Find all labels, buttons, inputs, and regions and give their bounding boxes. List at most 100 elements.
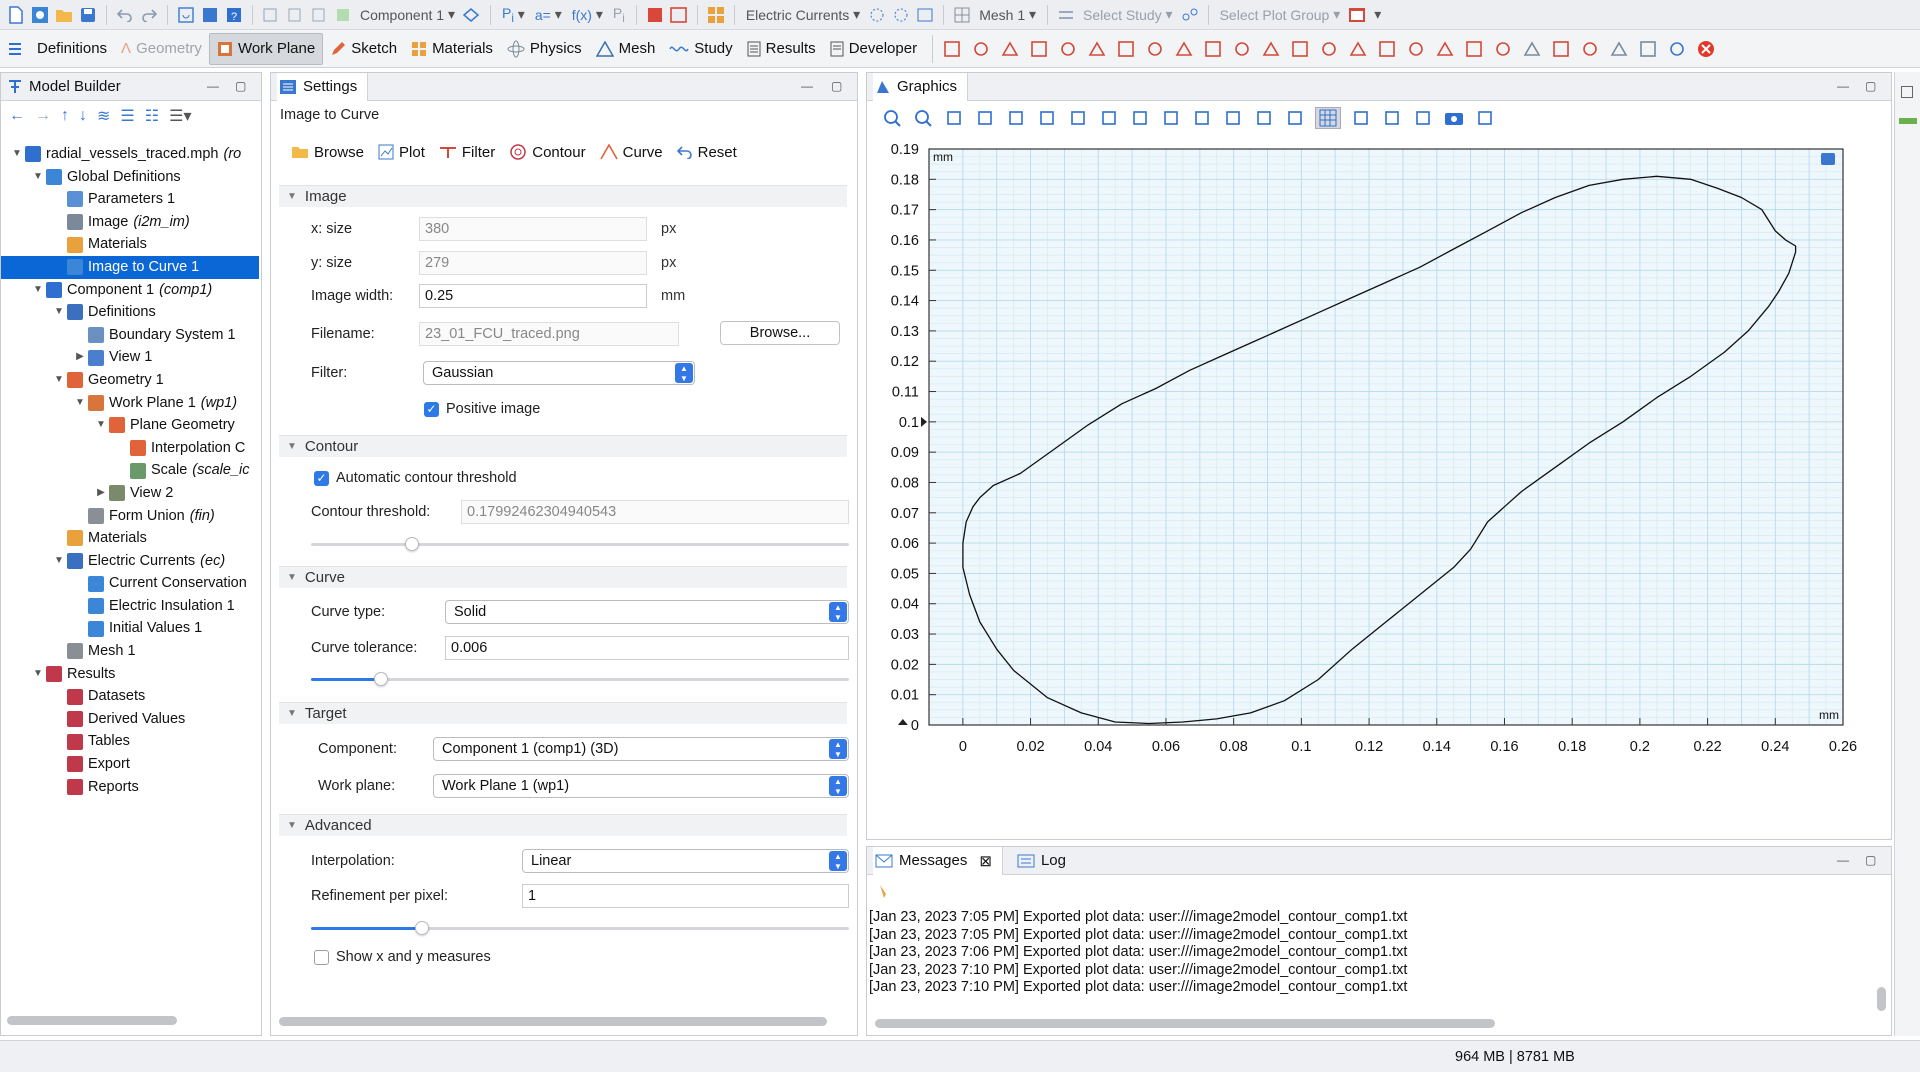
plot-group-dropdown[interactable]: Select Plot Group ▾ — [1217, 6, 1344, 23]
cad-icon[interactable] — [1579, 38, 1601, 60]
auto-threshold-checkbox[interactable]: ✓ — [314, 471, 329, 486]
tab-physics[interactable]: Physics — [500, 33, 589, 65]
show-measures-checkbox[interactable] — [314, 950, 329, 965]
split-icon[interactable] — [1376, 38, 1398, 60]
tree-toggle-icon[interactable]: ▼ — [74, 392, 86, 415]
tolerance-slider[interactable] — [311, 672, 849, 686]
forward-arrow-icon[interactable]: → — [35, 107, 51, 125]
messages-hscrollbar[interactable] — [875, 1019, 1495, 1028]
tree-item[interactable]: Mesh 1 — [1, 640, 259, 663]
tree-item[interactable]: ▼ Component 1 (comp1) — [1, 279, 259, 302]
threshold-slider-knob[interactable] — [405, 537, 419, 551]
virtual-operations-icon[interactable] — [1492, 38, 1514, 60]
tab-materials[interactable]: Materials — [404, 33, 500, 65]
build-all-icon[interactable] — [645, 5, 665, 25]
messages-maximize-icon[interactable]: ▢ — [1865, 853, 1876, 867]
contour-action[interactable]: Contour — [509, 143, 586, 161]
axes-icon[interactable] — [1036, 107, 1058, 129]
collapse-all-icon[interactable]: ☰ — [120, 106, 134, 126]
tree-item[interactable]: Interpolation C — [1, 437, 259, 460]
parts-icon[interactable] — [1608, 38, 1630, 60]
tab-geometry[interactable]: Λ Geometry — [114, 33, 209, 65]
advanced-section-header[interactable]: ▼ Advanced — [279, 814, 847, 836]
tree-toggle-icon[interactable]: ▼ — [53, 369, 65, 392]
graphics-plot[interactable]: 0 0.01 0.02 0.03 0.04 0.05 0.06 0.07 0.08 0.09 0.1… — [867, 135, 1891, 835]
domain-icon[interactable] — [867, 5, 887, 25]
close-messages-icon[interactable]: ⊠ — [979, 852, 992, 870]
curve-section-header[interactable]: ▼ Curve — [279, 566, 847, 588]
physics-dropdown[interactable]: Electric Currents ▾ — [743, 6, 863, 23]
refinement-field[interactable]: 1 — [522, 884, 849, 908]
square-icon[interactable] — [1115, 38, 1137, 60]
render-icon[interactable] — [1381, 107, 1403, 129]
refresh-icon[interactable] — [176, 5, 196, 25]
tab-work-plane[interactable]: Work Plane — [208, 32, 324, 65]
import-icon[interactable] — [941, 38, 963, 60]
image-section-header[interactable]: ▼ Image — [279, 185, 847, 207]
materials-icon[interactable] — [706, 5, 726, 25]
interpolation-curve-icon[interactable] — [1202, 38, 1224, 60]
workplane-view-icon[interactable] — [1637, 38, 1659, 60]
contour-section-header[interactable]: ▼ Contour — [279, 435, 847, 457]
scene-light-icon[interactable] — [1098, 107, 1120, 129]
tree-item[interactable]: ▼ Work Plane 1 (wp1) — [1, 392, 259, 415]
tree-item[interactable]: Parameters 1 — [1, 188, 259, 211]
variables-button[interactable]: a= ▾ — [532, 6, 565, 23]
image-width-field[interactable]: 0.25 — [419, 284, 647, 308]
browse-action[interactable]: Browse — [291, 144, 364, 161]
global-icon[interactable] — [915, 5, 935, 25]
hamburger-menu-icon[interactable] — [4, 39, 26, 59]
tree-item[interactable]: ▶ View 1 — [1, 346, 259, 369]
tree-item[interactable]: Scale (scale_ic — [1, 459, 259, 482]
messages-tab[interactable]: Messages ⊠ — [873, 846, 1003, 875]
print-icon[interactable] — [1474, 107, 1496, 129]
tree-toggle-icon[interactable]: ▼ — [32, 166, 44, 189]
minimize-icon[interactable]: — — [207, 79, 219, 93]
circle-icon[interactable] — [1028, 38, 1050, 60]
tree-item[interactable]: ▼ Results — [1, 663, 259, 686]
tab-sketch[interactable]: Sketch — [323, 33, 404, 65]
tree-toggle-icon[interactable]: ▶ — [74, 346, 86, 369]
new-file-icon[interactable] — [6, 5, 26, 25]
transforms-icon[interactable] — [1231, 38, 1253, 60]
tree-toggle-icon[interactable]: ▼ — [95, 414, 107, 437]
filter-select[interactable]: Gaussian ▲ ▼ — [423, 361, 695, 385]
build-icon[interactable] — [1666, 38, 1688, 60]
tree-item[interactable]: Initial Values 1 — [1, 617, 259, 640]
tree-toggle-icon[interactable]: ▼ — [11, 143, 23, 166]
conversions-icon[interactable] — [1260, 38, 1282, 60]
graphics-maximize-icon[interactable]: ▢ — [1865, 79, 1876, 93]
point-icon[interactable] — [1173, 38, 1195, 60]
side-tool-icon[interactable] — [1899, 118, 1917, 124]
work-plane-select[interactable]: Work Plane 1 (wp1) ▲ ▼ — [433, 774, 849, 798]
save-icon[interactable] — [78, 5, 98, 25]
tab-results[interactable]: Results — [740, 33, 823, 65]
delete-icon[interactable] — [1405, 38, 1427, 60]
add-component-icon[interactable] — [261, 5, 281, 25]
zoom-selected-icon[interactable] — [1005, 107, 1027, 129]
show-icon[interactable] — [1253, 107, 1275, 129]
measure-icon[interactable] — [1350, 107, 1372, 129]
settings-tab[interactable]: Settings — [277, 72, 369, 101]
selection-icon[interactable] — [1550, 38, 1572, 60]
tree-item[interactable]: ▼ Definitions — [1, 301, 259, 324]
zoom-in-icon[interactable] — [881, 107, 903, 129]
tab-mesh[interactable]: Mesh — [589, 33, 663, 65]
interpolation-select[interactable]: Linear ▲ ▼ — [522, 849, 849, 873]
study-icon[interactable] — [1056, 5, 1076, 25]
tree-item[interactable]: Export — [1, 753, 259, 776]
zoom-out-icon[interactable] — [912, 107, 934, 129]
settings-minimize-icon[interactable]: — — [801, 79, 813, 93]
window-icon[interactable] — [200, 5, 220, 25]
compute-icon[interactable] — [1180, 5, 1200, 25]
open-icon[interactable] — [54, 5, 74, 25]
blank-model-icon[interactable] — [30, 5, 50, 25]
tree-item[interactable]: Image to Curve 1 — [1, 255, 259, 279]
curve-type-select[interactable]: Solid ▲ ▼ — [445, 600, 849, 624]
select-icon[interactable] — [1160, 107, 1182, 129]
rotate-icon[interactable] — [1412, 107, 1434, 129]
transparency-icon[interactable] — [1129, 107, 1151, 129]
tree-item[interactable]: Current Conservation — [1, 572, 259, 595]
redo-icon[interactable] — [139, 5, 159, 25]
grid-icon[interactable] — [1315, 107, 1341, 129]
